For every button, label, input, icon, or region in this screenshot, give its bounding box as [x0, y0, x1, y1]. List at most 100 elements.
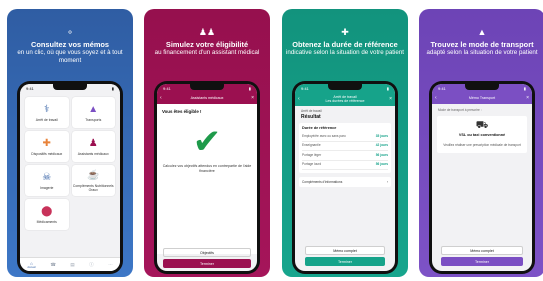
eligibility-heading: Vous êtes éligible ! [162, 109, 202, 114]
transport-description: Veuillez réaliser une prescription médic… [443, 143, 521, 147]
phone-frame: 9:41 ▮ ‹ Assistants médicaux × Vous êtes … [154, 81, 260, 274]
phone-frame: 9:41 ▮ ⚕ Arrêt de travail ▲ Transports ✚ … [17, 81, 123, 274]
tab-contact[interactable]: ☎ [50, 262, 55, 268]
lightbulb-icon: ⚬ [66, 27, 74, 37]
tile-label: Dispositifs médicaux [31, 151, 63, 156]
table-row: Portage léger 56 jours [302, 151, 388, 161]
app-store-screenshots: ⚬ Consultez vos mémos en un clic, où que… [0, 0, 543, 281]
status-time: 9:41 [163, 86, 171, 91]
tab-info[interactable]: ⓘ [89, 262, 93, 268]
battery-icon: ▮ [111, 86, 114, 91]
tab-accueil[interactable]: ⌂ Accueil [27, 261, 35, 269]
battery-icon: ▮ [386, 86, 389, 91]
promo-card-transport: ▲ Trouvez le mode de transport adapté se… [419, 9, 543, 277]
tile-label: Assistants médicaux [77, 151, 109, 156]
transport-prompt: Mode de transport à prescrire : [438, 108, 482, 112]
glass-icon: ☕ [87, 169, 100, 181]
memo-complet-button[interactable]: Mémo complet [441, 246, 523, 255]
tab-more[interactable]: ⋯ [108, 262, 112, 268]
nav-title: Assistants médicaux [190, 95, 224, 100]
transport-result-box: ⛟ VSL ou taxi conventionné Veuillez réal… [437, 116, 527, 153]
terminer-button[interactable]: Terminer [441, 257, 523, 266]
back-arrow-icon[interactable]: ‹ [435, 95, 437, 101]
phone-frame: 9:41 ▮ ‹ Arrêt de travail Les durées de ré… [292, 81, 398, 274]
screen-body: Vous êtes éligible ! ✔ Calculez vos obje… [157, 104, 257, 254]
car-icon: ⛟ [475, 120, 489, 131]
row-label: Enseignant/e [302, 143, 321, 148]
headline-bold: Obtenez la durée de référence [292, 40, 398, 49]
row-value: 56 jours [375, 152, 388, 157]
tile-imagerie[interactable]: ☠ Imagerie [25, 165, 69, 196]
memo-complet-button[interactable]: Mémo complet [305, 246, 385, 255]
promo-card-eligibilite: ♟♟ Simulez votre éligibilité au financem… [144, 9, 270, 277]
close-icon[interactable]: × [526, 95, 529, 101]
phone-notch [328, 84, 362, 90]
phone-screen: 9:41 ▮ ‹ Arrêt de travail Les durées de ré… [295, 84, 395, 271]
transport-title: VSL ou taxi conventionné [458, 133, 506, 137]
terminer-button[interactable]: Terminer [163, 259, 251, 268]
complements-link[interactable]: Compléments d'informations › [299, 177, 391, 188]
close-icon[interactable]: × [251, 95, 254, 101]
nav-bar: ‹ Arrêt de travail Les durées de référenc… [295, 93, 395, 106]
battery-icon: ▮ [523, 86, 526, 91]
complements-label: Compléments d'informations [302, 180, 343, 185]
table-row: Enseignant/e 42 jours [302, 142, 388, 152]
nav-title: Arrêt de travail Les durées de référence [325, 95, 365, 104]
objectifs-button[interactable]: Objectifs [163, 248, 251, 257]
table-row: Employé/ée avec ou sans paro 35 jours [302, 132, 388, 142]
checkmark-icon: ✔ [192, 123, 222, 161]
tile-arret-de-travail[interactable]: ⚕ Arrêt de travail [25, 97, 69, 128]
panel-title: Durée de référence [302, 126, 337, 130]
row-value: 35 jours [375, 133, 388, 138]
eligibility-message: Calculez vos objectifs attendus en contr… [162, 164, 252, 173]
tile-transports[interactable]: ▲ Transports [71, 97, 115, 128]
row-label: Portage lourd [302, 162, 322, 167]
nav-title: Mémo Transport [468, 95, 496, 100]
tab-label: Accueil [27, 265, 36, 269]
road-icon: ▲ [477, 27, 487, 37]
headline-thin: en un clic, où que vous soyez et à tout … [17, 49, 123, 65]
result-subhead: Arrêt de travail [301, 109, 322, 113]
people-icon: ♟ [88, 137, 98, 149]
back-arrow-icon[interactable]: ‹ [160, 95, 162, 101]
pills-icon: ⬤ [41, 205, 53, 217]
people-icon: ♟♟ [198, 27, 216, 37]
memo-grid: ⚕ Arrêt de travail ▲ Transports ✚ Dispos… [20, 93, 120, 234]
phone-notch [53, 84, 87, 90]
tab-news[interactable]: ▤ [70, 262, 74, 268]
nav-title-sub: Les durées de référence [325, 98, 365, 103]
promo-card-memos: ⚬ Consultez vos mémos en un clic, où que… [7, 9, 133, 277]
close-icon[interactable]: × [389, 96, 392, 102]
row-label: Employé/ée avec ou sans paro [302, 133, 346, 138]
tile-label: Imagerie [40, 185, 54, 190]
phone-frame: 9:41 ▮ ‹ Mémo Transport × Mode de transpo… [429, 81, 535, 274]
tile-dispositifs-medicaux[interactable]: ✚ Dispositifs médicaux [25, 131, 69, 162]
phone-notch [190, 84, 224, 90]
headline-thin: indicative selon la situation de votre p… [286, 49, 404, 57]
row-value: 56 jours [375, 162, 388, 167]
promo-headline: Consultez vos mémos en un clic, où que v… [11, 40, 129, 66]
status-time: 9:41 [26, 86, 34, 91]
terminer-button[interactable]: Terminer [305, 257, 385, 266]
reference-panel: Durée de référence Employé/ée avec ou sa… [299, 123, 391, 174]
tab-bar: ⌂ Accueil ☎ ▤ ⓘ ⋯ [20, 257, 120, 271]
battery-icon: ▮ [248, 86, 251, 91]
tile-medicaments[interactable]: ⬤ Médicaments [25, 199, 69, 230]
back-arrow-icon[interactable]: ‹ [298, 96, 300, 102]
tile-complements-nutritionnels[interactable]: ☕ Compléments Nutritionnels Oraux [71, 165, 115, 196]
phone-screen: 9:41 ▮ ⚕ Arrêt de travail ▲ Transports ✚ … [20, 84, 120, 271]
info-icon: ⓘ [89, 261, 94, 267]
tile-label: Arrêt de travail [35, 117, 58, 122]
result-title: Résultat [301, 114, 321, 120]
promo-headline: Obtenez la durée de référence indicative… [286, 40, 404, 57]
status-time: 9:41 [438, 86, 446, 91]
bandage-icon: ✚ [341, 27, 349, 37]
stethoscope-icon: ⚕ [44, 103, 50, 115]
road-icon: ▲ [88, 103, 99, 115]
tile-assistants-medicaux[interactable]: ♟ Assistants médicaux [71, 131, 115, 162]
headline-bold: Consultez vos mémos [30, 40, 110, 49]
more-icon: ⋯ [108, 261, 113, 267]
phone-icon: ☎ [50, 261, 56, 267]
nav-bar: ‹ Assistants médicaux × [157, 93, 257, 104]
table-row: Portage lourd 56 jours [302, 161, 388, 171]
